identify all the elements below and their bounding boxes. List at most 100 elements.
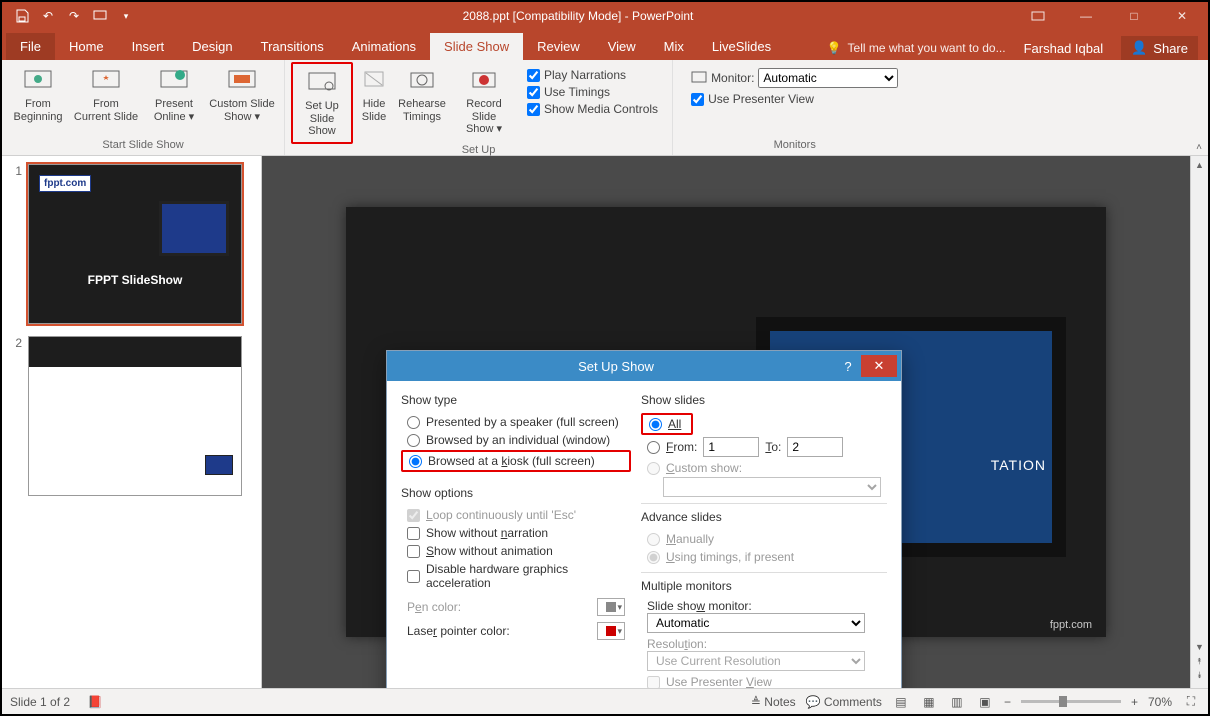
tab-slide-show[interactable]: Slide Show bbox=[430, 33, 523, 60]
present-online-button[interactable]: Present Online ▾ bbox=[144, 62, 204, 127]
scroll-up-icon[interactable]: ▲ bbox=[1193, 160, 1207, 174]
chk-use-presenter-view: Use Presenter View bbox=[641, 671, 887, 688]
slide-show-monitor-select[interactable]: Automatic bbox=[647, 613, 865, 633]
spell-check-icon[interactable]: 📕 bbox=[86, 693, 104, 711]
from-spin[interactable] bbox=[703, 437, 759, 457]
dialog-close-icon[interactable]: ✕ bbox=[861, 355, 897, 377]
set-up-show-dialog: Set Up Show ? ✕ Show type Presented by a… bbox=[386, 350, 902, 688]
monitor-label: Monitor: bbox=[711, 71, 754, 85]
person-icon: 👤 bbox=[1131, 40, 1147, 56]
reading-view-icon[interactable]: ▥ bbox=[948, 693, 966, 711]
help-icon[interactable]: ? bbox=[835, 359, 861, 374]
powerpoint-window: ↶ ↷ ▾ 2088.ppt [Compatibility Mode] - Po… bbox=[0, 0, 1210, 716]
group-monitors: Monitor: Automatic Use Presenter View Mo… bbox=[673, 60, 916, 155]
chk-disable-hw-accel[interactable]: Disable hardware graphics acceleration bbox=[401, 560, 631, 592]
from-beginning-button[interactable]: From Beginning bbox=[8, 62, 68, 127]
tell-me-search[interactable]: 💡Tell me what you want to do... bbox=[827, 41, 1006, 55]
monitor-select[interactable]: Automatic bbox=[758, 68, 898, 88]
slide-thumbnail[interactable]: fppt.com FPPT SlideShow bbox=[28, 164, 242, 324]
custom-show-icon bbox=[227, 66, 257, 96]
from-current-slide-button[interactable]: From Current Slide bbox=[70, 62, 142, 127]
maximize-icon[interactable]: □ bbox=[1114, 3, 1154, 29]
thumb-item-1[interactable]: 1 fppt.com FPPT SlideShow bbox=[8, 164, 255, 324]
group-set-up: Set Up Slide Show Hide Slide Rehearse Ti… bbox=[285, 60, 673, 155]
show-media-controls-checkbox[interactable]: Show Media Controls bbox=[527, 102, 658, 116]
clock-icon bbox=[407, 66, 437, 96]
tab-file[interactable]: File bbox=[6, 33, 55, 60]
close-icon[interactable]: ✕ bbox=[1162, 3, 1202, 29]
tab-animations[interactable]: Animations bbox=[338, 33, 430, 60]
zoom-slider[interactable] bbox=[1021, 700, 1121, 703]
record-slide-show-button[interactable]: Record Slide Show ▾ bbox=[451, 62, 517, 140]
prev-slide-icon[interactable]: ⯭ bbox=[1193, 656, 1207, 670]
minimize-icon[interactable]: — bbox=[1066, 3, 1106, 29]
slide-counter[interactable]: Slide 1 of 2 bbox=[10, 695, 70, 709]
chk-without-animation[interactable]: Show without animation bbox=[401, 542, 631, 560]
thumb-item-2[interactable]: 2 bbox=[8, 336, 255, 496]
radio-all-slides[interactable]: All bbox=[641, 413, 693, 435]
undo-icon[interactable]: ↶ bbox=[36, 4, 60, 28]
normal-view-icon[interactable]: ▤ bbox=[892, 693, 910, 711]
tab-review[interactable]: Review bbox=[523, 33, 594, 60]
radio-using-timings: Using timings, if present bbox=[641, 548, 887, 566]
fit-to-window-icon[interactable]: ⛶ bbox=[1182, 693, 1200, 711]
redo-icon[interactable]: ↷ bbox=[62, 4, 86, 28]
next-slide-icon[interactable]: ⯯ bbox=[1193, 670, 1207, 684]
tab-transitions[interactable]: Transitions bbox=[247, 33, 338, 60]
vertical-scrollbar[interactable]: ▲ ▼ ⯭ ⯯ bbox=[1190, 156, 1208, 688]
group-label: Monitors bbox=[774, 139, 816, 153]
use-timings-checkbox[interactable]: Use Timings bbox=[527, 85, 658, 99]
zoom-in-icon[interactable]: + bbox=[1131, 695, 1138, 709]
tab-design[interactable]: Design bbox=[178, 33, 246, 60]
workspace: 1 fppt.com FPPT SlideShow 2 TATION bbox=[2, 156, 1208, 688]
slide-thumbnail[interactable] bbox=[28, 336, 242, 496]
footer-text: fppt.com bbox=[1050, 619, 1092, 631]
slideshow-view-icon[interactable]: ▣ bbox=[976, 693, 994, 711]
setup-screen-icon bbox=[307, 68, 337, 98]
ribbon-display-icon[interactable] bbox=[1018, 3, 1058, 29]
zoom-level[interactable]: 70% bbox=[1148, 695, 1172, 709]
qat-customize-icon[interactable]: ▾ bbox=[114, 4, 138, 28]
dialog-titlebar[interactable]: Set Up Show ? ✕ bbox=[387, 351, 901, 381]
sorter-view-icon[interactable]: ▦ bbox=[920, 693, 938, 711]
laser-color-dropdown[interactable] bbox=[597, 622, 625, 640]
group-start-slide-show: From Beginning From Current Slide Presen… bbox=[2, 60, 285, 155]
radio-browsed-kiosk[interactable]: Browsed at a kiosk (full screen) bbox=[401, 450, 631, 472]
chk-without-narration[interactable]: Show without narration bbox=[401, 524, 631, 542]
save-icon[interactable] bbox=[10, 4, 34, 28]
show-type-title: Show type bbox=[401, 393, 631, 407]
tab-liveslides[interactable]: LiveSlides bbox=[698, 33, 785, 60]
play-star-icon bbox=[91, 66, 121, 96]
dialog-title: Set Up Show bbox=[397, 359, 835, 374]
radio-browsed-individual[interactable]: Browsed by an individual (window) bbox=[401, 431, 631, 449]
resolution-select: Use Current Resolution bbox=[647, 651, 865, 671]
slide-thumbnails-pane[interactable]: 1 fppt.com FPPT SlideShow 2 bbox=[2, 156, 262, 688]
start-show-icon[interactable] bbox=[88, 4, 112, 28]
rehearse-timings-button[interactable]: Rehearse Timings bbox=[395, 62, 449, 127]
share-button[interactable]: 👤Share bbox=[1121, 36, 1198, 60]
user-name[interactable]: Farshad Iqbal bbox=[1024, 41, 1104, 56]
zoom-out-icon[interactable]: − bbox=[1004, 695, 1011, 709]
custom-slide-show-button[interactable]: Custom Slide Show ▾ bbox=[206, 62, 278, 127]
tab-mix[interactable]: Mix bbox=[650, 33, 698, 60]
tab-home[interactable]: Home bbox=[55, 33, 118, 60]
radio-from-to[interactable]: From: To: bbox=[641, 435, 887, 459]
tab-view[interactable]: View bbox=[594, 33, 650, 60]
dialog-right-column: Show slides All From: To: Custom show: A… bbox=[641, 393, 887, 688]
group-label: Start Slide Show bbox=[102, 139, 183, 153]
collapse-ribbon-icon[interactable]: ˄ bbox=[1196, 142, 1202, 153]
notes-button[interactable]: ≜ Notes bbox=[751, 695, 796, 709]
titlebar: ↶ ↷ ▾ 2088.ppt [Compatibility Mode] - Po… bbox=[2, 2, 1208, 30]
use-presenter-view-checkbox[interactable]: Use Presenter View bbox=[679, 90, 910, 108]
scroll-down-icon[interactable]: ▼ bbox=[1193, 642, 1207, 656]
pen-color-dropdown[interactable] bbox=[597, 598, 625, 616]
bulb-icon: 💡 bbox=[827, 41, 842, 55]
comments-button[interactable]: 💬 Comments bbox=[806, 695, 882, 709]
hide-slide-button[interactable]: Hide Slide bbox=[355, 62, 393, 127]
radio-presented-speaker[interactable]: Presented by a speaker (full screen) bbox=[401, 413, 631, 431]
tab-insert[interactable]: Insert bbox=[118, 33, 179, 60]
fppt-badge: fppt.com bbox=[39, 175, 91, 192]
to-spin[interactable] bbox=[787, 437, 843, 457]
play-narrations-checkbox[interactable]: Play Narrations bbox=[527, 68, 658, 82]
set-up-slide-show-button[interactable]: Set Up Slide Show bbox=[291, 62, 353, 144]
